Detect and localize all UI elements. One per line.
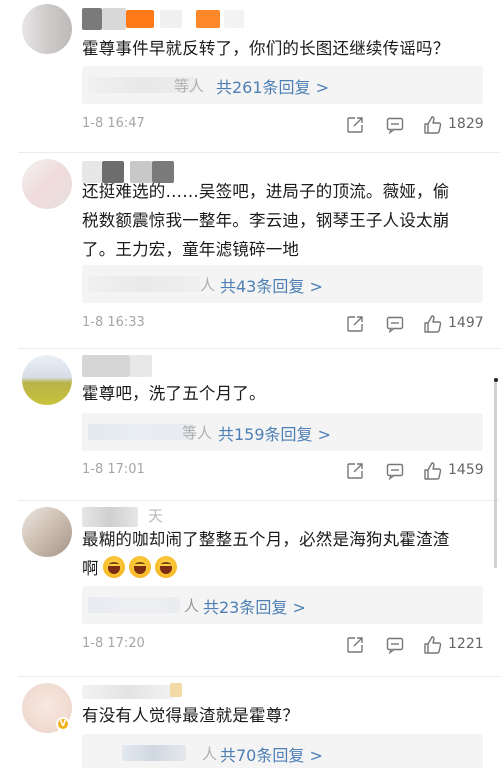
comment-text: 霍尊事件早就反转了，你们的长图还继续传谣吗？ bbox=[82, 39, 450, 58]
comment-icon[interactable] bbox=[384, 634, 406, 656]
thumbs-up-icon[interactable] bbox=[422, 460, 444, 482]
view-replies-link[interactable]: 共43条回复 > bbox=[220, 273, 323, 297]
reply-preview[interactable]: 人 共23条回复 > bbox=[82, 586, 483, 624]
share-icon[interactable] bbox=[344, 460, 366, 482]
verified-badge-icon: V bbox=[56, 717, 70, 731]
thumbs-up-icon[interactable] bbox=[422, 114, 444, 136]
timestamp: 1-8 17:20 bbox=[82, 636, 145, 651]
badge-blurred bbox=[126, 10, 154, 28]
reply-names-tail: 等人 bbox=[174, 77, 205, 95]
view-replies-link[interactable]: 共159条回复 > bbox=[218, 421, 331, 445]
comment-text-line: 最糊的咖却闹了整整五个月，必然是海狗丸霍渣渣 bbox=[82, 530, 450, 549]
reply-names-tail: 人 bbox=[200, 276, 216, 294]
laughing-emoji-icon bbox=[102, 556, 125, 578]
comment-item: 天 最糊的咖却闹了整整五个月，必然是海狗丸霍渣渣 啊 人 共23条回复 > 1-… bbox=[0, 501, 500, 677]
like-count: 1829 bbox=[448, 116, 484, 132]
comment-text: 霍尊吧，洗了五个月了。 bbox=[82, 384, 266, 403]
thumbs-up-icon[interactable] bbox=[422, 634, 444, 656]
thumbs-up-icon[interactable] bbox=[422, 313, 444, 335]
avatar[interactable] bbox=[22, 507, 72, 557]
badge-blurred bbox=[224, 10, 244, 28]
badge-blurred bbox=[196, 10, 220, 28]
comment-text: 最糊的咖却闹了整整五个月，必然是海狗丸霍渣渣 啊 bbox=[82, 525, 480, 583]
comment-text-line: 还挺难选的……吴签吧，进局子的顶流。薇娅，偷 bbox=[82, 182, 450, 201]
comment-text-line-wrap: 啊 bbox=[82, 554, 480, 583]
comment-icon[interactable] bbox=[384, 313, 406, 335]
like-count: 1497 bbox=[448, 315, 484, 331]
avatar[interactable] bbox=[22, 159, 72, 209]
comment-icon[interactable] bbox=[384, 114, 406, 136]
comment-text-line: 了。王力宏，童年滤镜碎一地 bbox=[82, 240, 300, 259]
username-fragment: 天 bbox=[148, 507, 164, 525]
comment-item: 还挺难选的……吴签吧，进局子的顶流。薇娅，偷 税数额震惊我一整年。李云迪，钢琴王… bbox=[0, 153, 500, 350]
comment-meta: 1-8 17:01 1459 bbox=[82, 460, 486, 482]
reply-preview[interactable]: 人 共70条回复 > bbox=[82, 734, 483, 768]
comment-meta: 1-8 16:33 1497 bbox=[82, 313, 486, 335]
reply-names-tail: 等人 bbox=[182, 424, 213, 442]
share-icon[interactable] bbox=[344, 634, 366, 656]
username-blurred[interactable] bbox=[82, 507, 138, 527]
comment-text-line: 税数额震惊我一整年。李云迪，钢琴王子人设太崩 bbox=[82, 211, 450, 230]
reply-names-tail: 人 bbox=[202, 745, 218, 763]
reply-names-tail: 人 bbox=[184, 597, 200, 615]
share-icon[interactable] bbox=[344, 313, 366, 335]
username-blurred bbox=[102, 8, 126, 30]
comment-item: 霍尊事件早就反转了，你们的长图还继续传谣吗？ 等人 共261条回复 > 1-8 … bbox=[0, 0, 500, 152]
comment-icon[interactable] bbox=[384, 460, 406, 482]
badge-blurred bbox=[160, 10, 182, 28]
comment-item: V 有没有人觉得最渣就是霍尊？ 人 共70条回复 > bbox=[0, 677, 500, 768]
comment-text: 有没有人觉得最渣就是霍尊？ bbox=[82, 706, 300, 725]
reply-preview[interactable]: 人 共43条回复 > bbox=[82, 265, 483, 303]
emoji-group bbox=[102, 554, 181, 583]
timestamp: 1-8 16:47 bbox=[82, 116, 145, 131]
scrollbar-indicator bbox=[494, 378, 498, 382]
timestamp: 1-8 16:33 bbox=[82, 315, 145, 330]
reply-names-blurred bbox=[122, 745, 186, 761]
like-count: 1459 bbox=[448, 462, 484, 478]
share-icon[interactable] bbox=[344, 114, 366, 136]
view-replies-link[interactable]: 共70条回复 > bbox=[220, 742, 323, 766]
view-replies-link[interactable]: 共23条回复 > bbox=[203, 594, 306, 618]
reply-names-blurred bbox=[88, 597, 180, 613]
avatar[interactable] bbox=[22, 4, 72, 54]
username-blurred[interactable] bbox=[82, 355, 130, 377]
username-blurred bbox=[130, 355, 152, 377]
reply-names-blurred bbox=[88, 424, 194, 440]
reply-preview[interactable]: 等人 共159条回复 > bbox=[82, 413, 483, 451]
avatar[interactable] bbox=[22, 355, 72, 405]
comment-meta: 1-8 16:47 1829 bbox=[82, 114, 486, 136]
username-blurred[interactable] bbox=[82, 685, 174, 699]
comment-item: 霍尊吧，洗了五个月了。 等人 共159条回复 > 1-8 17:01 1459 bbox=[0, 349, 500, 501]
badge-blurred bbox=[170, 683, 182, 697]
scrollbar[interactable] bbox=[494, 378, 497, 568]
laughing-emoji-icon bbox=[128, 556, 151, 578]
reply-names-blurred bbox=[88, 276, 200, 292]
comment-text-line: 啊 bbox=[82, 559, 99, 578]
view-replies-link[interactable]: 共261条回复 > bbox=[216, 74, 329, 98]
laughing-emoji-icon bbox=[154, 556, 177, 578]
comment-text: 还挺难选的……吴签吧，进局子的顶流。薇娅，偷 税数额震惊我一整年。李云迪，钢琴王… bbox=[82, 177, 480, 264]
timestamp: 1-8 17:01 bbox=[82, 462, 145, 477]
comment-meta: 1-8 17:20 1221 bbox=[82, 634, 486, 656]
reply-preview[interactable]: 等人 共261条回复 > bbox=[82, 66, 483, 104]
username-blurred[interactable] bbox=[82, 8, 102, 30]
like-count: 1221 bbox=[448, 636, 484, 652]
